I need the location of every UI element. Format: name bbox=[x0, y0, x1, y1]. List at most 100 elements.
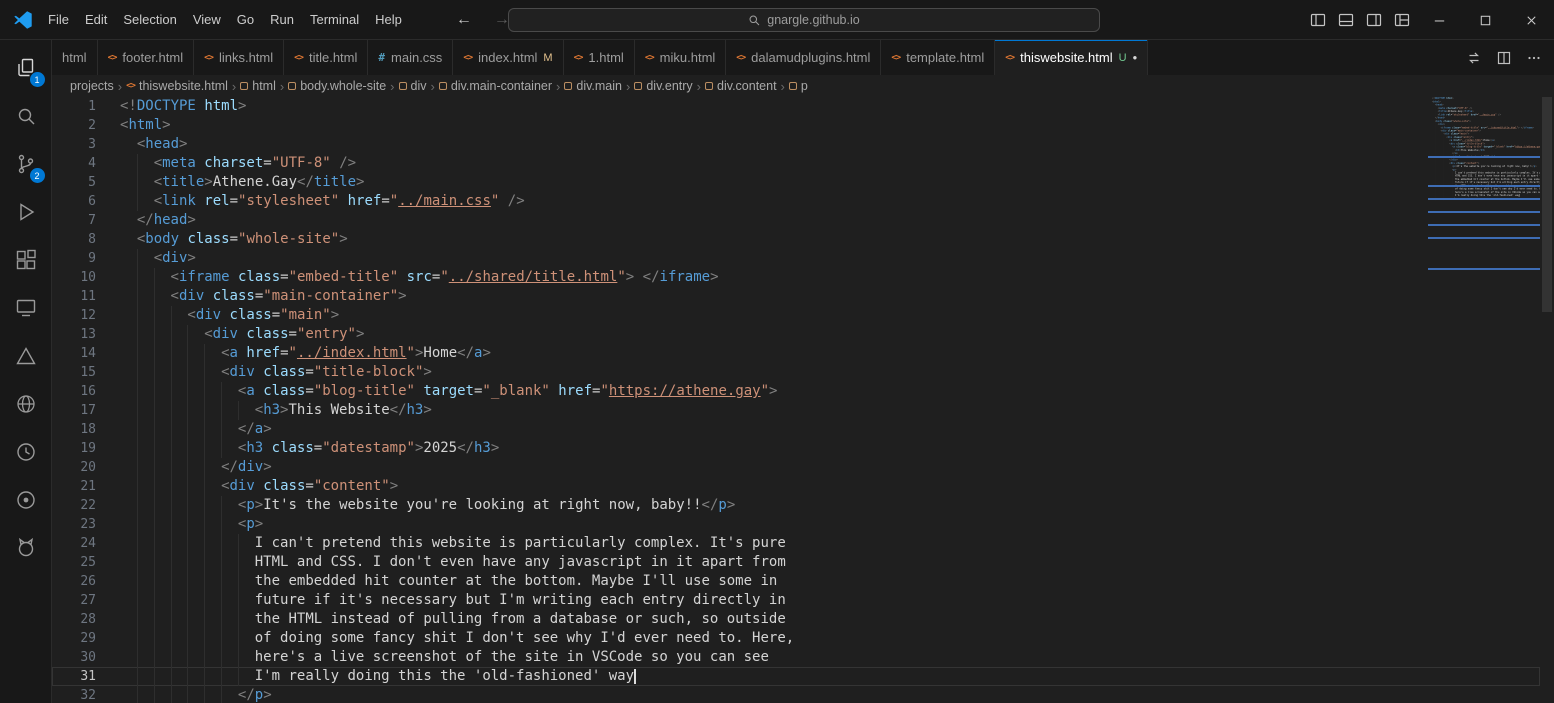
menu-help[interactable]: Help bbox=[367, 9, 410, 30]
code-line[interactable]: 11<div class="main-container"> bbox=[52, 287, 1540, 306]
activity-circle-extension[interactable] bbox=[0, 476, 52, 524]
tab-links.html[interactable]: <>links.html bbox=[194, 40, 284, 75]
code-line[interactable]: 18</a> bbox=[52, 420, 1540, 439]
code-line[interactable]: 16<a class="blog-title" target="_blank" … bbox=[52, 382, 1540, 401]
indent-guide bbox=[171, 401, 188, 420]
line-number: 23 bbox=[52, 515, 96, 534]
indent-guide bbox=[238, 629, 255, 648]
code-line[interactable]: 23<p> bbox=[52, 515, 1540, 534]
minimap[interactable]: <!DOCTYPE html><html><head><meta charset… bbox=[1428, 97, 1540, 703]
breadcrumb-item[interactable]: html bbox=[240, 79, 276, 93]
code-line[interactable]: 6<link rel="stylesheet" href="../main.cs… bbox=[52, 192, 1540, 211]
tab-1.html[interactable]: <>1.html bbox=[564, 40, 635, 75]
more-actions-icon[interactable] bbox=[1526, 50, 1542, 66]
code-line[interactable]: 3<head> bbox=[52, 135, 1540, 154]
scrollbar-thumb[interactable] bbox=[1542, 97, 1552, 312]
activity-explorer[interactable]: 1 bbox=[0, 44, 52, 92]
indent-guide bbox=[204, 477, 221, 496]
indent-guide bbox=[171, 382, 188, 401]
code-line[interactable]: 13<div class="entry"> bbox=[52, 325, 1540, 344]
menu-selection[interactable]: Selection bbox=[115, 9, 184, 30]
breadcrumb-item[interactable]: div.entry bbox=[634, 79, 692, 93]
menu-go[interactable]: Go bbox=[229, 9, 262, 30]
code-line[interactable]: 29of doing some fancy shit I don't see w… bbox=[52, 629, 1540, 648]
code-line[interactable]: 24I can't pretend this website is partic… bbox=[52, 534, 1540, 553]
toggle-panel-icon[interactable] bbox=[1338, 12, 1354, 28]
activity-triangle-extension[interactable] bbox=[0, 332, 52, 380]
tab-miku.html[interactable]: <>miku.html bbox=[635, 40, 726, 75]
tab-template.html[interactable]: <>template.html bbox=[881, 40, 995, 75]
indent-guide bbox=[154, 401, 171, 420]
tab-main.css[interactable]: #main.css bbox=[368, 40, 453, 75]
code-line[interactable]: 28the HTML instead of pulling from a dat… bbox=[52, 610, 1540, 629]
code-line[interactable]: 7</head> bbox=[52, 211, 1540, 230]
toggle-secondary-sidebar-icon[interactable] bbox=[1366, 12, 1382, 28]
code-line[interactable]: 2<html> bbox=[52, 116, 1540, 135]
activity-remote-explorer[interactable] bbox=[0, 284, 52, 332]
code-line[interactable]: 10<iframe class="embed-title" src="../sh… bbox=[52, 268, 1540, 287]
code-line[interactable]: 32</p> bbox=[52, 686, 1540, 703]
activity-source-control[interactable]: 2 bbox=[0, 140, 52, 188]
maximize-button[interactable] bbox=[1462, 0, 1508, 40]
minimize-button[interactable] bbox=[1416, 0, 1462, 40]
activity-search[interactable] bbox=[0, 92, 52, 140]
code-line[interactable]: 27future if it's necessary but I'm writi… bbox=[52, 591, 1540, 610]
menu-run[interactable]: Run bbox=[262, 9, 302, 30]
code-line[interactable]: 30here's a live screenshot of the site i… bbox=[52, 648, 1540, 667]
code-line[interactable]: 19<h3 class="datestamp">2025</h3> bbox=[52, 439, 1540, 458]
editor-scrollbar[interactable] bbox=[1540, 97, 1554, 703]
code-text: <div> bbox=[96, 249, 1540, 268]
activity-cat-extension[interactable] bbox=[0, 524, 52, 572]
tab-footer.html[interactable]: <>footer.html bbox=[98, 40, 195, 75]
code-line[interactable]: 26the embedded hit counter at the bottom… bbox=[52, 572, 1540, 591]
tab-index.html[interactable]: <>index.htmlM bbox=[453, 40, 563, 75]
breadcrumb-item[interactable]: p bbox=[789, 79, 808, 93]
chevron-right-icon: › bbox=[118, 79, 122, 94]
menu-edit[interactable]: Edit bbox=[77, 9, 115, 30]
activity-globe-extension[interactable] bbox=[0, 380, 52, 428]
breadcrumb-item[interactable]: projects bbox=[70, 79, 114, 93]
code-line[interactable]: 20</div> bbox=[52, 458, 1540, 477]
code-line[interactable]: 17<h3>This Website</h3> bbox=[52, 401, 1540, 420]
breadcrumb-item[interactable]: div.main bbox=[564, 79, 622, 93]
code-line[interactable]: 8<body class="whole-site"> bbox=[52, 230, 1540, 249]
breadcrumb-item[interactable]: <>thiswebsite.html bbox=[126, 79, 228, 93]
menu-file[interactable]: File bbox=[40, 9, 77, 30]
code-line[interactable]: 25HTML and CSS. I don't even have any ja… bbox=[52, 553, 1540, 572]
code-line[interactable]: 31I'm really doing this the 'old-fashion… bbox=[52, 667, 1540, 686]
breadcrumb-item[interactable]: div.main-container bbox=[439, 79, 552, 93]
open-changes-icon[interactable] bbox=[1466, 50, 1482, 66]
code-line[interactable]: 1<!DOCTYPE html> bbox=[52, 97, 1540, 116]
code-line[interactable]: 4<meta charset="UTF-8" /> bbox=[52, 154, 1540, 173]
code-line[interactable]: 21<div class="content"> bbox=[52, 477, 1540, 496]
history-back-button[interactable]: ← bbox=[456, 11, 472, 29]
tab-html[interactable]: html bbox=[52, 40, 98, 75]
tab-title.html[interactable]: <>title.html bbox=[284, 40, 368, 75]
code-line[interactable]: 14<a href="../index.html">Home</a> bbox=[52, 344, 1540, 363]
breadcrumb: projects›<>thiswebsite.html›html›body.wh… bbox=[52, 75, 1554, 97]
menu-view[interactable]: View bbox=[185, 9, 229, 30]
code-line[interactable]: 9<div> bbox=[52, 249, 1540, 268]
indent-guide bbox=[154, 515, 171, 534]
close-button[interactable] bbox=[1508, 0, 1554, 40]
indent-guide bbox=[204, 496, 221, 515]
activity-run-debug[interactable] bbox=[0, 188, 52, 236]
command-center-search[interactable]: gnargle.github.io bbox=[508, 8, 1100, 32]
code-text: HTML and CSS. I don't even have any java… bbox=[96, 553, 1540, 572]
menu-terminal[interactable]: Terminal bbox=[302, 9, 367, 30]
tab-dalamudplugins.html[interactable]: <>dalamudplugins.html bbox=[726, 40, 881, 75]
customize-layout-icon[interactable] bbox=[1394, 12, 1410, 28]
breadcrumb-item[interactable]: body.whole-site bbox=[288, 79, 386, 93]
code-line[interactable]: 5<title>Athene.Gay</title> bbox=[52, 173, 1540, 192]
activity-extensions[interactable] bbox=[0, 236, 52, 284]
split-editor-icon[interactable] bbox=[1496, 50, 1512, 66]
code-line[interactable]: 22<p>It's the website you're looking at … bbox=[52, 496, 1540, 515]
code-area[interactable]: 1<!DOCTYPE html>2<html>3<head>4<meta cha… bbox=[52, 97, 1540, 703]
breadcrumb-item[interactable]: div.content bbox=[705, 79, 777, 93]
breadcrumb-item[interactable]: div bbox=[399, 79, 427, 93]
code-line[interactable]: 15<div class="title-block"> bbox=[52, 363, 1540, 382]
activity-history-extension[interactable] bbox=[0, 428, 52, 476]
tab-thiswebsite.html[interactable]: <>thiswebsite.htmlU● bbox=[995, 40, 1148, 75]
code-line[interactable]: 12<div class="main"> bbox=[52, 306, 1540, 325]
toggle-sidebar-icon[interactable] bbox=[1310, 12, 1326, 28]
